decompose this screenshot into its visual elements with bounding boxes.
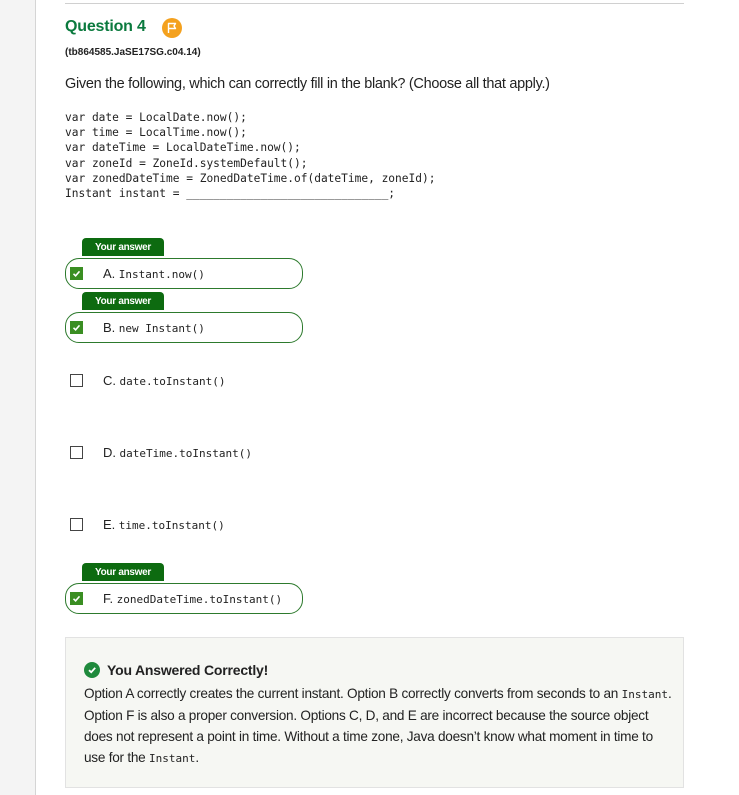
top-divider (65, 3, 684, 4)
feedback-explanation: Option A correctly creates the current i… (84, 683, 674, 769)
feedback-header: You Answered Correctly! (84, 662, 268, 678)
option-b-label[interactable]: B. new Instant() (103, 320, 205, 335)
option-f-label[interactable]: F. zonedDateTime.toInstant() (103, 591, 282, 606)
feedback-code: Instant (621, 688, 668, 701)
option-c-label[interactable]: C. date.toInstant() (103, 373, 225, 388)
option-d-label[interactable]: D. dateTime.toInstant() (103, 445, 252, 460)
option-b-checkbox[interactable] (70, 321, 83, 334)
check-circle-icon (84, 662, 100, 678)
checkmark-icon (72, 270, 81, 277)
your-answer-tab: Your answer (82, 563, 164, 581)
option-d-checkbox[interactable] (70, 446, 83, 459)
option-e-checkbox[interactable] (70, 518, 83, 531)
code-line: var zonedDateTime = ZonedDateTime.of(dat… (65, 171, 436, 185)
question-title: Question 4 (65, 18, 146, 35)
option-c-checkbox[interactable] (70, 374, 83, 387)
option-e-label[interactable]: E. time.toInstant() (103, 517, 225, 532)
checkmark-icon (72, 324, 81, 331)
flag-question-button[interactable] (162, 18, 182, 38)
code-line: var dateTime = LocalDateTime.now(); (65, 141, 301, 155)
feedback-title: You Answered Correctly! (107, 662, 269, 678)
your-answer-tab: Your answer (82, 292, 164, 310)
code-snippet: var date = LocalDate.now(); var time = L… (65, 110, 435, 201)
question-id: (tb864585.JaSE17SG.c04.14) (65, 47, 201, 58)
feedback-panel: You Answered Correctly! Option A correct… (65, 637, 684, 788)
flag-icon (167, 22, 177, 33)
code-line: var zoneId = ZoneId.systemDefault(); (65, 156, 308, 170)
option-a-label[interactable]: A. Instant.now() (103, 266, 205, 281)
code-line: Instant instant = ______________________… (65, 187, 396, 201)
option-a-checkbox[interactable] (70, 267, 83, 280)
feedback-code: Instant (149, 752, 196, 765)
question-prompt: Given the following, which can correctly… (65, 76, 550, 92)
code-line: var date = LocalDate.now(); (65, 111, 247, 124)
left-sidebar (0, 0, 36, 795)
feedback-text: . (195, 750, 199, 765)
checkmark-icon (72, 595, 81, 602)
feedback-text: Option A correctly creates the current i… (84, 686, 622, 701)
option-f-checkbox[interactable] (70, 592, 83, 605)
your-answer-tab: Your answer (82, 238, 164, 256)
code-line: var time = LocalTime.now(); (65, 126, 247, 140)
